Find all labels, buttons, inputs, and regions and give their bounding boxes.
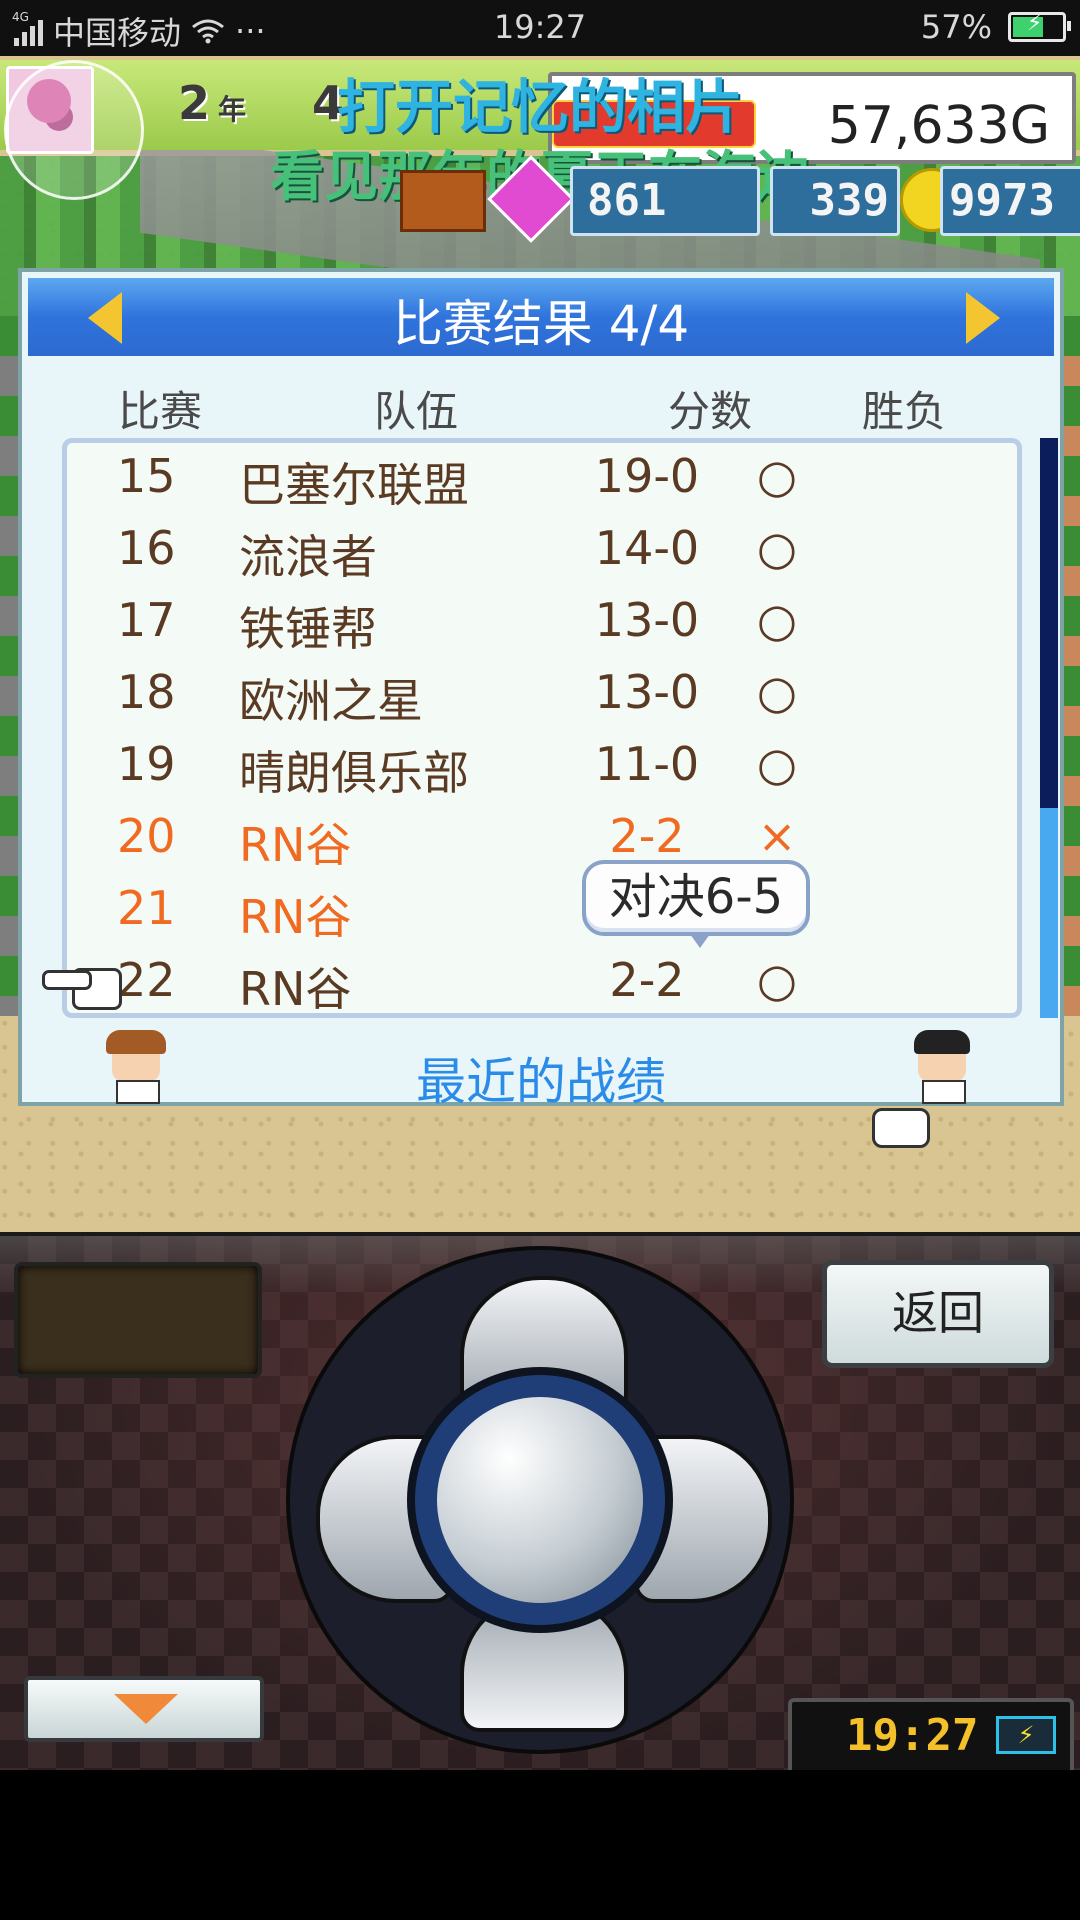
gem-icon (487, 155, 575, 243)
confirm-button[interactable] (437, 1397, 643, 1603)
result-mark: ○ (756, 521, 798, 575)
battery-icon: ⚡ (1008, 11, 1071, 42)
result-mark: ○ (756, 449, 798, 503)
result-mark: × (757, 809, 797, 863)
table-row[interactable]: 17 铁锤帮 13-0 ○ (67, 587, 1017, 659)
header-team: 队伍 (374, 387, 459, 436)
match-number: 22 (117, 953, 176, 1007)
match-number: 18 (117, 665, 176, 719)
center-ring (415, 1375, 665, 1625)
pointing-hand-icon (42, 962, 122, 1010)
stat-gems: 861 (570, 166, 760, 236)
back-button[interactable]: 返回 (822, 1260, 1054, 1368)
match-number: 21 (117, 881, 176, 935)
team-name: 流浪者 (239, 530, 377, 584)
glove-cursor-icon (872, 1108, 930, 1148)
battery-charging-icon: ⚡ (996, 1716, 1056, 1754)
treasure-chest-icon (400, 170, 486, 232)
match-number: 15 (117, 449, 176, 503)
result-mark: ○ (756, 593, 798, 647)
header-score: 分数 (668, 387, 753, 436)
stat-coins: 9973 (940, 166, 1080, 236)
header-result: 胜负 (862, 387, 947, 436)
team-name: 欧洲之星 (239, 674, 423, 728)
stats-row: 861 339 9973 (400, 155, 1080, 243)
panel-header: 比赛结果 4/4 (28, 278, 1054, 356)
scrollbar-thumb[interactable] (1040, 438, 1058, 808)
bottom-bar (0, 1770, 1080, 1920)
team-name: RN谷 (239, 890, 352, 944)
match-number: 19 (117, 737, 176, 791)
table-row[interactable]: 21 RN谷 × (67, 875, 1017, 947)
table-row[interactable]: 18 欧洲之星 13-0 ○ (67, 659, 1017, 731)
team-name: 晴朗俱乐部 (239, 746, 469, 800)
right-scenery (1064, 316, 1080, 1016)
results-list[interactable]: 15 巴塞尔联盟 19-0 ○ 16 流浪者 14-0 ○ 17 铁锤帮 13-… (62, 438, 1022, 1018)
score-tooltip-bubble: 对决6-5 (582, 860, 810, 948)
team-name: RN谷 (239, 818, 352, 872)
team-name: 铁锤帮 (239, 602, 377, 656)
next-page-arrow-icon[interactable] (966, 292, 1000, 344)
table-row[interactable]: 19 晴朗俱乐部 11-0 ○ (67, 731, 1017, 803)
result-mark: ○ (756, 953, 798, 1007)
status-bar: 4G 中国移动 ··· 19:27 57% ⚡ (0, 0, 1080, 56)
match-results-panel: 比赛结果 4/4 比赛 队伍 分数 胜负 15 巴塞尔联盟 19-0 ○ 16 … (18, 268, 1064, 1111)
result-mark: ○ (756, 737, 798, 791)
result-mark: ○ (756, 665, 798, 719)
header-match: 比赛 (118, 387, 203, 436)
stat-tickets: 339 (770, 166, 900, 236)
table-row[interactable]: 15 巴塞尔联盟 19-0 ○ (67, 443, 1017, 515)
game-clock: 19:27 ⚡ (788, 1698, 1074, 1776)
panel-title: 比赛结果 4/4 (392, 295, 690, 353)
chevron-down-icon (114, 1694, 178, 1724)
collapse-menu-button[interactable] (24, 1676, 264, 1742)
match-number: 16 (117, 521, 176, 575)
info-slot (14, 1262, 262, 1378)
virtual-controller: 返回 19:27 ⚡ (0, 1232, 1080, 1776)
results-scrollbar[interactable] (1040, 438, 1058, 1018)
status-time: 19:27 (493, 8, 587, 46)
clock-time: 19:27 (846, 1710, 979, 1761)
match-number: 17 (117, 593, 176, 647)
player-boy-sprite (910, 1030, 974, 1104)
table-row[interactable]: 22 RN谷 2-2 ○ (67, 947, 1017, 1016)
table-row[interactable]: 16 流浪者 14-0 ○ (67, 515, 1017, 587)
team-name: RN谷 (239, 962, 352, 1016)
match-number: 20 (117, 809, 176, 863)
recent-record-label[interactable]: 最近的战绩 (22, 1042, 1060, 1114)
table-row[interactable]: 20 RN谷 2-2 × (67, 803, 1017, 875)
directional-pad[interactable] (290, 1250, 790, 1750)
team-name: 巴塞尔联盟 (239, 458, 469, 512)
battery-percent: 57% (920, 8, 992, 46)
